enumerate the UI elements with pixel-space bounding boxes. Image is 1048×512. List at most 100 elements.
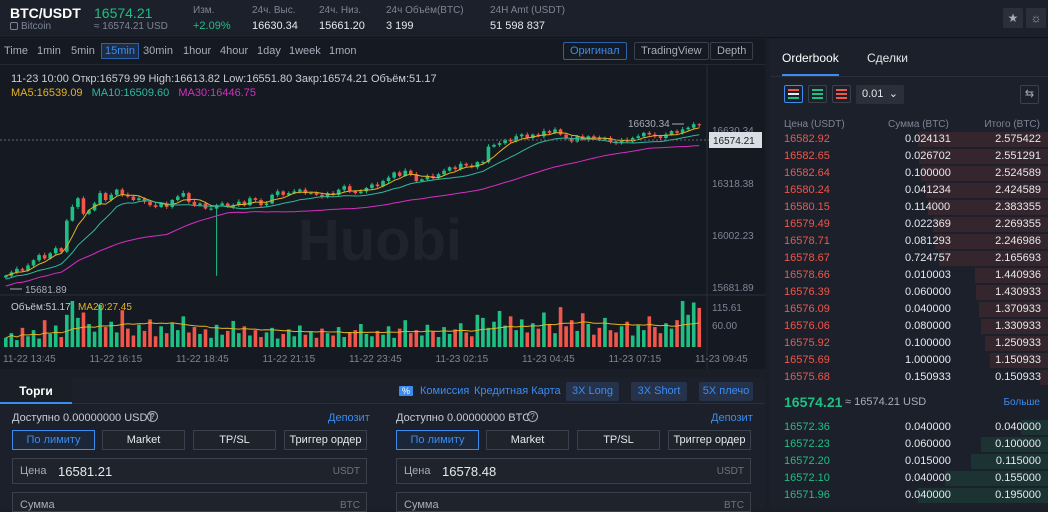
sell-tab-market[interactable]: Market	[486, 430, 569, 450]
ask-row[interactable]: 16576.06 0.080000 1.330933	[770, 318, 1048, 335]
volume-bar	[453, 329, 457, 347]
help-icon[interactable]: ?	[147, 411, 158, 422]
candle	[641, 132, 646, 137]
view-original-button[interactable]: Оригинал	[563, 42, 627, 60]
candle	[220, 203, 224, 206]
ask-row[interactable]: 16582.92 0.024131 2.575422	[770, 131, 1048, 148]
bid-row[interactable]: 16571.96 0.040000 0.195000	[770, 487, 1048, 504]
bid-row[interactable]: 16572.23 0.060000 0.100000	[770, 436, 1048, 453]
ask-row[interactable]: 16580.24 0.041234 2.424589	[770, 182, 1048, 199]
timeframe-time[interactable]: Time	[4, 45, 28, 57]
x-tick: 11-23 09:45	[695, 354, 748, 365]
candle	[70, 206, 75, 221]
pair-title[interactable]: BTC/USDT	[10, 5, 81, 21]
buy-amount-unit: BTC	[340, 500, 360, 511]
candle	[686, 127, 690, 130]
volume-bar	[131, 335, 136, 347]
timeframe-1week[interactable]: 1week	[289, 45, 321, 57]
volume-bar	[442, 327, 446, 347]
ask-row[interactable]: 16576.09 0.040000 1.370933	[770, 301, 1048, 318]
watermark: Huobi	[298, 208, 462, 273]
ask-row[interactable]: 16576.39 0.060000 1.430933	[770, 284, 1048, 301]
volume-bar	[508, 316, 513, 347]
volume-bar	[53, 325, 58, 347]
timeframe-5min[interactable]: 5min	[71, 45, 95, 57]
candle	[131, 196, 136, 200]
volume-bar	[175, 330, 180, 347]
sell-price-field[interactable]: Цена 16578.48 USDT	[396, 458, 751, 484]
commission-link[interactable]: Комиссия	[420, 385, 469, 397]
stat-label-high: 24ч. Выс.	[252, 5, 296, 16]
buy-tab-trigger[interactable]: Триггер ордер	[284, 430, 367, 450]
amount-cell: 0.040000	[905, 303, 951, 315]
candle	[370, 184, 374, 188]
tab-orderbook[interactable]: Orderbook	[782, 51, 839, 76]
volume-bar	[464, 332, 469, 347]
ask-row[interactable]: 16580.15 0.114000 2.383355	[770, 199, 1048, 216]
ask-row[interactable]: 16582.64 0.100000 2.524589	[770, 165, 1048, 182]
sell-amount-field[interactable]: Сумма BTC	[396, 492, 751, 512]
candle	[187, 193, 191, 202]
view-depth-button[interactable]: Depth	[710, 42, 754, 60]
price-cell: 16579.49	[784, 218, 830, 230]
sell-price-value[interactable]: 16578.48	[442, 464, 496, 479]
star-icon[interactable]: ★	[1003, 8, 1023, 28]
timeframe-1hour[interactable]: 1hour	[183, 45, 211, 57]
ask-row[interactable]: 16582.65 0.026702 2.551291	[770, 148, 1048, 165]
sell-tab-tpsl[interactable]: TP/SL	[577, 430, 660, 450]
book-asks-icon[interactable]	[832, 85, 851, 103]
ask-row[interactable]: 16575.69 1.000000 1.150933	[770, 352, 1048, 369]
buy-amount-field[interactable]: Сумма BTC	[12, 492, 367, 512]
buy-tab-limit[interactable]: По лимиту	[12, 430, 95, 450]
bid-row[interactable]: 16572.10 0.040000 0.155000	[770, 470, 1048, 487]
volume-bar	[153, 336, 158, 347]
buy-price-value[interactable]: 16581.21	[58, 464, 112, 479]
timeframe-30min[interactable]: 30min	[143, 45, 173, 57]
price-cell: 16578.71	[784, 235, 830, 247]
total-cell: 1.150933	[995, 354, 1041, 366]
tab-trade[interactable]: Торги	[0, 378, 72, 404]
credit-card-link[interactable]: Кредитная Карта	[474, 385, 561, 397]
buy-deposit-link[interactable]: Депозит	[328, 412, 370, 424]
ask-row[interactable]: 16575.68 0.150933 0.150933	[770, 369, 1048, 386]
timeframe-4hour[interactable]: 4hour	[220, 45, 248, 57]
timeframe-1min[interactable]: 1min	[37, 45, 61, 57]
volume-bar	[187, 332, 191, 347]
sell-price-label: Цена	[404, 465, 431, 477]
timeframe-15min[interactable]: 15min	[101, 43, 139, 59]
sell-tab-trigger[interactable]: Триггер ордер	[668, 430, 751, 450]
kline-chart[interactable]: Time 1min 5min 15min 30min 1hour 4hour 1…	[0, 39, 765, 369]
sell-amount-label: Сумма	[404, 499, 439, 511]
buy-tab-market[interactable]: Market	[102, 430, 185, 450]
help-icon[interactable]: ?	[527, 411, 538, 422]
sell-deposit-link[interactable]: Депозит	[711, 412, 753, 424]
stat-value-amount: 51 598 837	[490, 20, 546, 32]
volume-bar	[531, 323, 535, 347]
buy-tab-tpsl[interactable]: TP/SL	[193, 430, 276, 450]
ask-row[interactable]: 16578.66 0.010003 1.440936	[770, 267, 1048, 284]
swap-icon[interactable]: ⇆	[1020, 85, 1039, 104]
chart-canvas[interactable]: Huobi 16630.34 16318.38 16002.23 15681.8…	[0, 65, 765, 369]
book-both-icon[interactable]	[784, 85, 803, 103]
timeframe-1mon[interactable]: 1mon	[329, 45, 357, 57]
view-tradingview-button[interactable]: TradingView	[634, 42, 709, 60]
ask-row[interactable]: 16575.92 0.100000 1.250933	[770, 335, 1048, 352]
sell-tab-limit[interactable]: По лимиту	[396, 430, 479, 450]
ask-row[interactable]: 16578.71 0.081293 2.246986	[770, 233, 1048, 250]
tab-trades[interactable]: Сделки	[867, 51, 908, 65]
bid-row[interactable]: 16572.20 0.015000 0.115000	[770, 453, 1048, 470]
promo-5x[interactable]: 5X плечо	[699, 382, 753, 401]
ask-row[interactable]: 16578.67 0.724757 2.165693	[770, 250, 1048, 267]
ask-row[interactable]: 16579.49 0.022369 2.269355	[770, 216, 1048, 233]
more-link[interactable]: Больше	[1003, 397, 1040, 408]
precision-select[interactable]: 0.01 ⌄	[856, 85, 904, 104]
book-bids-icon[interactable]	[808, 85, 827, 103]
promo-3x-short[interactable]: 3X Short	[631, 382, 687, 401]
theme-icon[interactable]: ☼	[1026, 8, 1046, 28]
buy-price-field[interactable]: Цена 16581.21 USDT	[12, 458, 367, 484]
volume-bar	[359, 324, 363, 347]
bid-row[interactable]: 16572.36 0.040000 0.040000	[770, 419, 1048, 436]
timeframe-1day[interactable]: 1day	[257, 45, 281, 57]
candle	[453, 167, 457, 169]
promo-3x-long[interactable]: 3X Long	[566, 382, 619, 401]
